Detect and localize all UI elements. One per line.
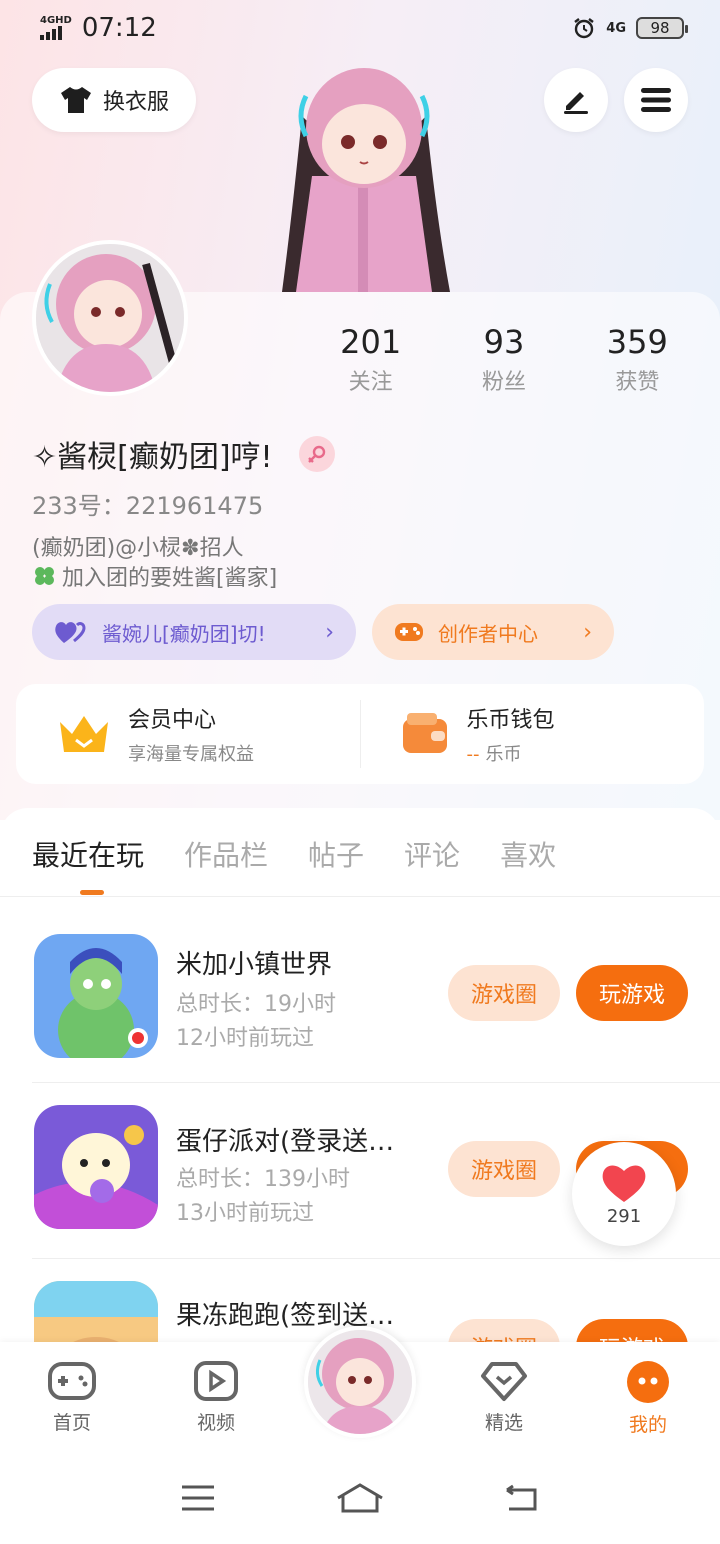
user-id: 233号：221961475 [32, 492, 264, 520]
profile-avatar[interactable] [32, 240, 188, 396]
battery-level: 98 [650, 19, 670, 37]
nav-center-avatar[interactable] [304, 1326, 416, 1438]
bio-line-1: (癫奶团)@小棂✽招人 [32, 536, 244, 561]
game-row[interactable]: 米加小镇世界 总时长：19小时 12小时前玩过 游戏圈 玩游戏 [0, 906, 720, 1082]
game-circle-button[interactable]: 游戏圈 [448, 965, 560, 1021]
stat-value: 93 [483, 323, 525, 361]
battery-icon: 98 [636, 17, 688, 39]
nav-label: 我的 [628, 1414, 667, 1436]
gamepad-icon [48, 1362, 96, 1400]
play-game-button[interactable]: 玩游戏 [576, 965, 688, 1021]
nav-me[interactable]: 我的 [598, 1360, 698, 1437]
tab-recently-played[interactable]: 最近在玩 [32, 834, 144, 874]
vip-subtitle: 享海量专属权益 [128, 744, 254, 765]
stat-value: 201 [340, 323, 402, 361]
creator-center-label: 创作者中心 [438, 621, 538, 646]
username-row: ✧酱棂[癫奶团]哼! [32, 432, 335, 476]
bio-line-2-row: 加入团的要姓酱[酱家] [32, 560, 277, 592]
game-last-played: 12小时前玩过 [176, 1026, 314, 1051]
tshirt-icon [60, 87, 91, 113]
home-icon[interactable] [335, 1482, 385, 1514]
alarm-icon [574, 18, 595, 39]
stat-likes[interactable]: 359 获赞 [571, 322, 704, 396]
vip-title: 会员中心 [128, 708, 217, 733]
hamburger-icon [641, 88, 671, 112]
stat-value: 359 [606, 323, 668, 361]
divider [0, 896, 720, 897]
tab-comments[interactable]: 评论 [404, 834, 460, 874]
chevron-right-icon: › [325, 619, 334, 645]
active-tab-indicator [80, 890, 104, 895]
nav-label: 视频 [196, 1412, 235, 1434]
chevron-right-icon: › [583, 619, 592, 645]
mobile-data-label: 4G [606, 20, 626, 36]
avatar-figure[interactable] [272, 56, 456, 292]
like-count: 291 [606, 1205, 642, 1227]
pencil-icon [564, 92, 588, 114]
wallet-title: 乐币钱包 [466, 708, 555, 733]
gender-female-icon [298, 436, 335, 472]
stat-label: 粉丝 [481, 370, 526, 395]
change-outfit-label: 换衣服 [102, 90, 169, 115]
change-outfit-button[interactable]: 换衣服 [32, 68, 196, 132]
menu-button[interactable] [624, 68, 688, 132]
game-last-played: 13小时前玩过 [176, 1201, 314, 1226]
double-heart-icon [55, 622, 86, 643]
system-navigation-bar [0, 1452, 720, 1544]
video-play-icon [194, 1361, 238, 1401]
tab-likes[interactable]: 喜欢 [500, 834, 556, 874]
edit-profile-button[interactable] [544, 68, 608, 132]
stat-label: 关注 [348, 370, 393, 395]
nav-video[interactable]: 视频 [166, 1360, 266, 1435]
clover-icon [35, 567, 54, 585]
group-pill-label: 酱婉儿[癫奶团]切! [102, 621, 266, 646]
nav-featured[interactable]: 精选 [454, 1360, 554, 1435]
game-duration: 总时长：139小时 [176, 1167, 350, 1192]
network-type: 4GHD [40, 15, 72, 26]
username: ✧酱棂[癫奶团]哼! [32, 440, 273, 475]
nav-label: 精选 [484, 1412, 523, 1434]
game-duration: 总时长：19小时 [176, 992, 336, 1017]
signal-icon: 4GHD [40, 16, 72, 40]
heart-icon [602, 1164, 646, 1202]
profile-stats: 201 关注 93 粉丝 359 获赞 [304, 322, 704, 396]
floating-like-button[interactable]: 291 [572, 1142, 676, 1246]
vip-center-entry[interactable]: 会员中心 享海量专属权益 [16, 684, 360, 784]
nav-home[interactable]: 首页 [22, 1360, 122, 1435]
game-icon-eggy-party[interactable] [34, 1105, 158, 1229]
game-icon-miga[interactable] [34, 934, 158, 1058]
back-icon[interactable] [504, 1484, 540, 1512]
bio-line-2: 加入团的要姓酱[酱家] [62, 566, 278, 591]
tab-works[interactable]: 作品栏 [184, 834, 268, 874]
wallet-entry[interactable]: 乐币钱包 -- 乐币 [361, 684, 705, 784]
profile-tabs: 最近在玩 作品栏 帖子 评论 喜欢 [32, 834, 556, 874]
stat-following[interactable]: 201 关注 [304, 322, 437, 396]
stat-label: 获赞 [615, 370, 660, 395]
wallet-unit: 乐币 [485, 744, 522, 765]
profile-face-icon [627, 1361, 669, 1403]
tab-posts[interactable]: 帖子 [308, 834, 364, 874]
member-wallet-box: 会员中心 享海量专属权益 乐币钱包 -- 乐币 [16, 684, 704, 784]
crown-icon [60, 716, 108, 752]
game-name: 米加小镇世界 [176, 950, 333, 980]
clock: 07:12 [81, 13, 157, 43]
nav-label: 首页 [52, 1412, 91, 1434]
game-name: 果冻跑跑(签到送… [176, 1301, 395, 1331]
game-name: 蛋仔派对(登录送… [176, 1127, 395, 1157]
status-bar: 4GHD 07:12 4G 98 [0, 0, 720, 56]
controller-icon [395, 623, 423, 641]
recent-apps-icon[interactable] [180, 1484, 216, 1512]
wallet-icon [402, 713, 447, 753]
heart-diamond-icon [481, 1362, 527, 1401]
avatar-image [36, 244, 184, 392]
creator-center-button[interactable]: 创作者中心 › [372, 604, 614, 660]
game-circle-button[interactable]: 游戏圈 [448, 1141, 560, 1197]
group-pill-button[interactable]: 酱婉儿[癫奶团]切! › [32, 604, 356, 660]
stat-followers[interactable]: 93 粉丝 [437, 322, 570, 396]
wallet-value: -- [466, 744, 480, 765]
